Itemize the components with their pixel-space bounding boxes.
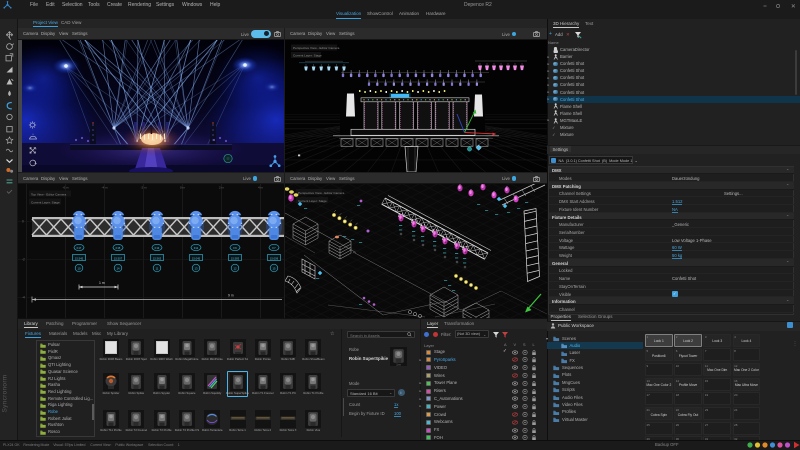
svg-text:1 m: 1 m — [99, 281, 105, 285]
svg-text:Perspective View - Editor Came: Perspective View - Editor Camera — [298, 191, 345, 195]
svg-text:-4: -4 — [22, 296, 25, 300]
svg-text:15.563: 15.563 — [153, 256, 162, 260]
svg-text:F9: F9 — [233, 246, 237, 250]
svg-text:Current Layer: Stage: Current Layer: Stage — [298, 199, 327, 203]
svg-text:15.545: 15.545 — [75, 256, 84, 260]
svg-text:15.009: 15.009 — [270, 256, 279, 260]
svg-text:-6 m: -6 m — [63, 186, 70, 190]
svg-text:12: 12 — [234, 266, 237, 270]
svg-text:-4 m: -4 m — [102, 186, 109, 190]
svg-text:F17: F17 — [77, 246, 82, 250]
svg-text:9 m: 9 m — [228, 294, 234, 298]
svg-text:13: 13 — [195, 266, 198, 270]
svg-text:Perspective View - Editor Came: Perspective View - Editor Camera — [293, 45, 340, 49]
svg-text:15.507: 15.507 — [114, 256, 123, 260]
svg-text:2 m: 2 m — [219, 186, 225, 190]
svg-text:-2 m: -2 m — [141, 186, 148, 190]
svg-text:1 m: 1 m — [396, 362, 401, 366]
svg-text:0 m: 0 m — [180, 186, 186, 190]
svg-text:F11: F11 — [194, 246, 199, 250]
svg-text:F7: F7 — [272, 246, 276, 250]
svg-text:15.045: 15.045 — [192, 256, 201, 260]
svg-text:10: 10 — [78, 266, 81, 270]
svg-text:14: 14 — [117, 266, 120, 270]
svg-text:0: 0 — [22, 220, 24, 224]
svg-text:-2: -2 — [22, 258, 25, 262]
svg-text:F13: F13 — [155, 246, 160, 250]
svg-text:4 m: 4 m — [258, 186, 264, 190]
svg-text:11: 11 — [156, 266, 159, 270]
svg-text:Top View - Editor Camera: Top View - Editor Camera — [31, 192, 66, 196]
svg-text:F15: F15 — [116, 246, 121, 250]
svg-text:15: 15 — [273, 266, 276, 270]
svg-text:Current Layer: Stage: Current Layer: Stage — [293, 53, 322, 57]
svg-text:15.583: 15.583 — [231, 256, 240, 260]
svg-text:Current Layer: Stage: Current Layer: Stage — [31, 200, 60, 204]
